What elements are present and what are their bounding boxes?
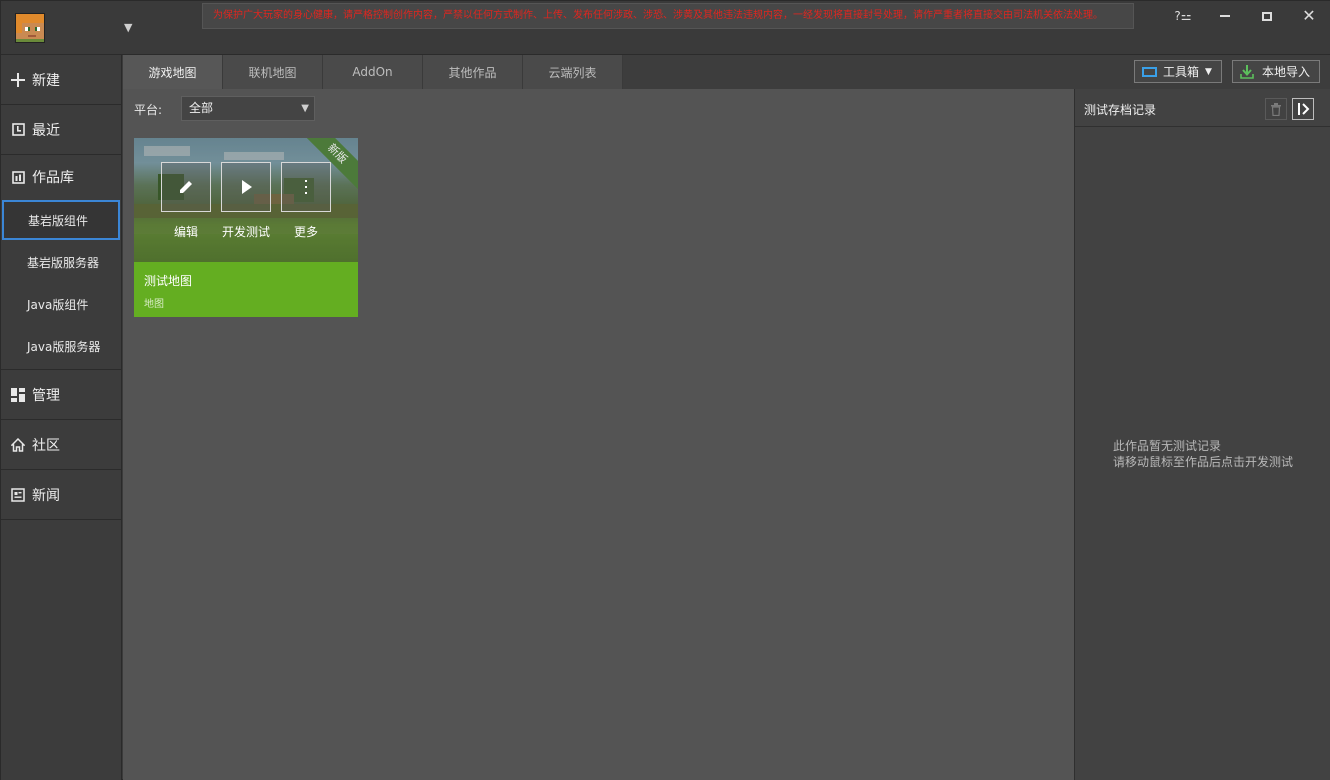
- sidebar-subitem-java-components[interactable]: Java版组件: [1, 283, 121, 325]
- app-window: ▼ 为保护广大玩家的身心健康，请严格控制创作内容，严禁以任何方式制作、上传、发布…: [0, 0, 1330, 780]
- sidebar-subitem-java-servers[interactable]: Java版服务器: [1, 325, 121, 367]
- platform-select[interactable]: 全部 ▼: [181, 96, 315, 121]
- sidebar-item-label: 社区: [32, 437, 60, 454]
- news-icon: [11, 487, 25, 502]
- home-icon: [11, 437, 25, 452]
- sidebar-item-label: 新闻: [32, 487, 60, 504]
- empty-state-line-1: 此作品暂无测试记录: [1113, 439, 1222, 453]
- dev-test-button[interactable]: [221, 162, 271, 212]
- toolbox-icon: [1142, 66, 1157, 77]
- work-title: 测试地图: [144, 274, 193, 288]
- sidebar-subitem-bedrock-components[interactable]: 基岩版组件: [2, 200, 120, 240]
- more-label: 更多: [293, 225, 318, 239]
- panel-title: 测试存档记录: [1084, 103, 1157, 117]
- work-type: 地图: [144, 299, 164, 310]
- account-dropdown-caret[interactable]: ▼: [124, 21, 132, 34]
- tab-game-maps[interactable]: 游戏地图: [123, 55, 223, 89]
- pencil-icon: [180, 181, 192, 193]
- work-thumbnail: 新版 编辑 开发测试 更多: [134, 138, 358, 262]
- works-area: 平台: 全部 ▼ 新版 编辑 开发测试 更多 测试地图 地图: [123, 89, 1074, 780]
- empty-state-line-2: 请移动鼠标至作品后点击开发测试: [1113, 455, 1294, 469]
- empty-state-text: 此作品暂无测试记录 请移动鼠标至作品后点击开发测试: [1113, 438, 1293, 470]
- clock-icon: [11, 123, 25, 137]
- delete-records-button[interactable]: [1265, 98, 1287, 120]
- platform-label: 平台:: [134, 103, 163, 117]
- local-import-label: 本地导入: [1262, 65, 1311, 79]
- play-icon: [242, 180, 252, 194]
- edit-button[interactable]: [161, 162, 211, 212]
- tab-addon[interactable]: AddOn: [323, 55, 423, 89]
- tab-multiplayer-maps[interactable]: 联机地图: [223, 55, 323, 89]
- sidebar-subitem-bedrock-servers[interactable]: 基岩版服务器: [1, 241, 121, 283]
- platform-value: 全部: [189, 101, 214, 115]
- chevron-down-icon: ▼: [1205, 66, 1212, 77]
- library-icon: [11, 170, 25, 184]
- toolbox-button[interactable]: 工具箱 ▼: [1134, 60, 1222, 83]
- sidebar: 新建 最近 作品库 基岩版组件 基岩版服务器 Java版组件 Java版服务器: [1, 55, 122, 780]
- maximize-icon: [1262, 11, 1272, 21]
- sidebar-item-new[interactable]: 新建: [1, 55, 121, 105]
- tab-other-works[interactable]: 其他作品: [423, 55, 523, 89]
- local-import-button[interactable]: 本地导入: [1232, 60, 1320, 83]
- sidebar-item-label: 作品库: [32, 170, 74, 186]
- category-tabs: 游戏地图 联机地图 AddOn 其他作品 云端列表: [123, 55, 623, 89]
- tab-cloud-list[interactable]: 云端列表: [523, 55, 623, 89]
- plus-icon: [11, 72, 25, 87]
- collapse-right-icon: [1298, 103, 1310, 115]
- more-vertical-icon: [305, 180, 307, 194]
- toolbox-label: 工具箱: [1163, 65, 1200, 79]
- sidebar-item-label: 新建: [32, 72, 60, 89]
- trash-icon: [1271, 102, 1281, 116]
- chevron-down-icon: ▼: [301, 103, 309, 114]
- sidebar-item-news[interactable]: 新闻: [1, 470, 121, 520]
- sidebar-item-label: 最近: [32, 122, 60, 139]
- title-bar: ▼ 为保护广大玩家的身心健康，请严格控制创作内容，严禁以任何方式制作、上传、发布…: [1, 1, 1330, 55]
- more-button[interactable]: [281, 162, 331, 212]
- policy-notice: 为保护广大玩家的身心健康，请严格控制创作内容，严禁以任何方式制作、上传、发布任何…: [202, 3, 1134, 29]
- dashboard-icon: [11, 387, 25, 402]
- minimize-button[interactable]: [1205, 5, 1245, 27]
- library-group: 作品库 基岩版组件 基岩版服务器 Java版组件 Java版服务器: [1, 155, 121, 370]
- close-button[interactable]: ✕: [1289, 5, 1329, 27]
- sidebar-item-recent[interactable]: 最近: [1, 105, 121, 155]
- download-icon: [1240, 64, 1254, 79]
- panel-header: 测试存档记录: [1075, 89, 1330, 127]
- work-card[interactable]: 新版 编辑 开发测试 更多 测试地图 地图: [134, 138, 358, 317]
- maximize-button[interactable]: [1247, 5, 1287, 27]
- collapse-panel-button[interactable]: [1292, 98, 1314, 120]
- sidebar-item-library[interactable]: 作品库: [1, 155, 121, 199]
- sidebar-item-label: 管理: [32, 387, 60, 404]
- minimize-icon: [1220, 15, 1230, 17]
- sidebar-item-community[interactable]: 社区: [1, 420, 121, 470]
- help-button[interactable]: ?⚍: [1163, 5, 1203, 27]
- test-records-panel: 测试存档记录 此作品暂无测试记录 请移动鼠标至作品后点击开发测试: [1074, 89, 1330, 780]
- sidebar-item-manage[interactable]: 管理: [1, 370, 121, 420]
- user-avatar[interactable]: [15, 13, 45, 43]
